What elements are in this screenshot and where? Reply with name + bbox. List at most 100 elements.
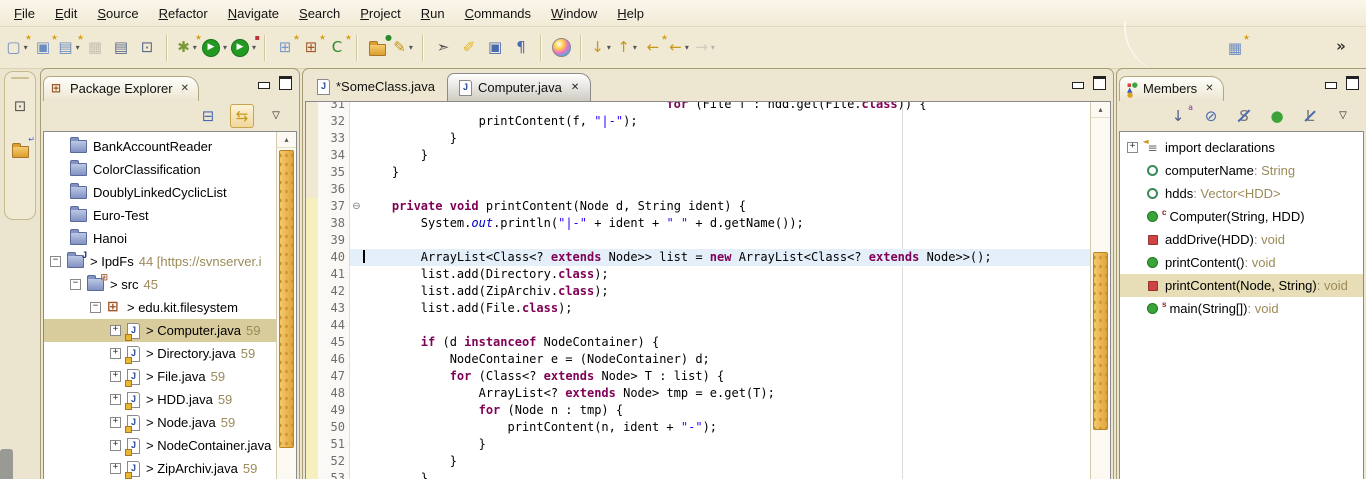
tree-item[interactable]: BankAccountReader: [44, 135, 277, 158]
change-ruler[interactable]: [306, 215, 318, 232]
menu-item-edit[interactable]: Edit: [45, 3, 87, 24]
line-number[interactable]: 51: [318, 436, 350, 453]
tree-item[interactable]: +J> Computer.java59: [44, 319, 277, 342]
expander-minus-icon[interactable]: −: [50, 256, 61, 267]
expander-plus-icon[interactable]: +: [110, 417, 121, 428]
menu-item-help[interactable]: Help: [607, 3, 654, 24]
code-line[interactable]: 39: [306, 232, 1091, 249]
change-ruler[interactable]: [306, 351, 318, 368]
dropdown-arrow-icon[interactable]: ▾: [223, 43, 227, 52]
sort-icon[interactable]: ↓a: [1167, 105, 1189, 127]
search-icon[interactable]: ✎▾: [392, 35, 414, 61]
code-line[interactable]: 50 printContent(n, ident + "-");: [306, 419, 1091, 436]
change-ruler[interactable]: [306, 249, 318, 266]
line-number[interactable]: 46: [318, 351, 350, 368]
code-line[interactable]: 34 }: [306, 147, 1091, 164]
change-ruler[interactable]: [306, 402, 318, 419]
line-number[interactable]: 36: [318, 181, 350, 198]
tree-item[interactable]: −⊞> edu.kit.filesystem: [44, 296, 277, 319]
line-number[interactable]: 45: [318, 334, 350, 351]
line-number[interactable]: 33: [318, 130, 350, 147]
tree-item[interactable]: ColorClassification: [44, 158, 277, 181]
code-line[interactable]: 48 ArrayList<? extends Node> tmp = e.get…: [306, 385, 1091, 402]
print-icon[interactable]: ▤: [110, 35, 132, 61]
member-item[interactable]: +≡◄import declarations: [1120, 136, 1363, 159]
code-line[interactable]: 40 ArrayList<Class<? extends Node>> list…: [306, 249, 1091, 266]
expander-minus-icon[interactable]: −: [90, 302, 101, 313]
scroll-up-icon[interactable]: ▴: [277, 132, 296, 148]
back-icon[interactable]: ←▾: [668, 35, 690, 61]
hide-non-public-icon[interactable]: ●: [1266, 105, 1288, 127]
restore-views-icon[interactable]: ⊡: [9, 93, 31, 119]
change-ruler[interactable]: [306, 198, 318, 215]
line-number[interactable]: 52: [318, 453, 350, 470]
code-line[interactable]: 46 NodeContainer e = (NodeContainer) d;: [306, 351, 1091, 368]
change-ruler[interactable]: [306, 232, 318, 249]
menu-item-refactor[interactable]: Refactor: [149, 3, 218, 24]
change-ruler[interactable]: [306, 130, 318, 147]
next-annotation-icon[interactable]: ↓▾: [590, 35, 612, 61]
view-menu-icon[interactable]: ▽: [1332, 105, 1354, 127]
line-number[interactable]: 43: [318, 300, 350, 317]
member-item[interactable]: computerName : String: [1120, 159, 1363, 182]
line-number[interactable]: 38: [318, 215, 350, 232]
expander-minus-icon[interactable]: −: [70, 279, 81, 290]
menu-item-window[interactable]: Window: [541, 3, 607, 24]
forward-icon[interactable]: →▾: [694, 35, 716, 61]
code-line[interactable]: 35 }: [306, 164, 1091, 181]
previous-annotation-icon[interactable]: ↑▾: [616, 35, 638, 61]
expander-plus-icon[interactable]: +: [110, 348, 121, 359]
tree-item[interactable]: −⊞> src45: [44, 273, 277, 296]
code-line[interactable]: 42 list.add(ZipArchiv.class);: [306, 283, 1091, 300]
tree-item[interactable]: −J> IpdFs44 [https://svnserver.i: [44, 250, 277, 273]
menu-item-navigate[interactable]: Navigate: [218, 3, 289, 24]
line-number[interactable]: 35: [318, 164, 350, 181]
menu-item-run[interactable]: Run: [411, 3, 455, 24]
view-menu-icon[interactable]: ▽: [265, 105, 287, 127]
change-ruler[interactable]: [306, 470, 318, 479]
expander-plus-icon[interactable]: +: [110, 440, 121, 451]
dropdown-arrow-icon[interactable]: ▾: [711, 43, 715, 52]
maximize-icon[interactable]: [1346, 76, 1359, 90]
line-number[interactable]: 49: [318, 402, 350, 419]
code-line[interactable]: 32 printContent(f, "|-");: [306, 113, 1091, 130]
line-number[interactable]: 41: [318, 266, 350, 283]
member-item[interactable]: hdds : Vector<HDD>: [1120, 182, 1363, 205]
mark-occurrences-icon[interactable]: ✐: [458, 35, 480, 61]
change-ruler[interactable]: [306, 102, 318, 113]
change-ruler[interactable]: [306, 419, 318, 436]
menu-item-source[interactable]: Source: [87, 3, 148, 24]
code-line[interactable]: 51 }: [306, 436, 1091, 453]
minimize-icon[interactable]: [258, 82, 270, 89]
member-item[interactable]: printContent() : void: [1120, 251, 1363, 274]
tree-item[interactable]: +J> File.java59: [44, 365, 277, 388]
dropdown-arrow-icon[interactable]: ▾: [193, 43, 197, 52]
code-line[interactable]: 53 }: [306, 470, 1091, 479]
maximize-icon[interactable]: [1093, 76, 1106, 90]
tree-item[interactable]: Euro-Test: [44, 204, 277, 227]
last-edit-location-icon[interactable]: ←★: [642, 35, 664, 61]
code-line[interactable]: 52 }: [306, 453, 1091, 470]
new-wizard-icon[interactable]: ▢★▾: [6, 35, 28, 61]
change-ruler[interactable]: [306, 334, 318, 351]
fold-collapse-icon[interactable]: ⊖: [350, 198, 363, 215]
open-view-icon[interactable]: ↵: [9, 137, 31, 163]
tree-item[interactable]: Hanoi: [44, 227, 277, 250]
minimize-icon[interactable]: [1325, 82, 1337, 89]
code-line[interactable]: 38 System.out.println("|-" + ident + " "…: [306, 215, 1091, 232]
change-ruler[interactable]: [306, 164, 318, 181]
open-type-icon[interactable]: ●: [366, 35, 388, 61]
tree-item[interactable]: +J> ZipArchiv.java59: [44, 457, 277, 479]
dropdown-arrow-icon[interactable]: ▾: [607, 43, 611, 52]
scrollbar-thumb[interactable]: [279, 150, 294, 448]
tree-item[interactable]: DoublyLinkedCyclicList: [44, 181, 277, 204]
change-ruler[interactable]: [306, 385, 318, 402]
line-number[interactable]: 32: [318, 113, 350, 130]
show-source-of-element-icon[interactable]: ▣: [484, 35, 506, 61]
run-icon[interactable]: ▶▾: [202, 35, 227, 61]
new-package-icon[interactable]: ⊞★: [300, 35, 322, 61]
maximize-icon[interactable]: [279, 76, 292, 90]
new-window-icon[interactable]: ▣★: [32, 35, 54, 61]
hide-local-types-icon[interactable]: L: [1299, 105, 1321, 127]
open-perspective-icon[interactable]: ▦★: [1224, 35, 1246, 61]
